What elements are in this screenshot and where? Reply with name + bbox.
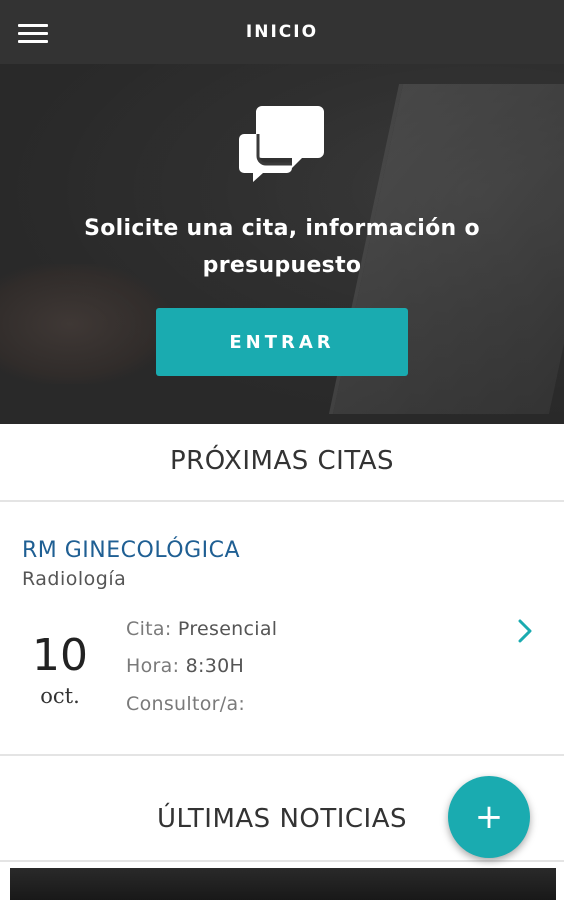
appointment-category: Radiología <box>22 568 127 590</box>
upcoming-appointments-title: PRÓXIMAS CITAS <box>170 446 394 476</box>
appointment-time-label: Hora: <box>126 655 180 677</box>
appointment-type-label: Cita: <box>126 618 172 640</box>
divider <box>0 754 564 756</box>
top-app-bar: INICIO <box>0 0 564 64</box>
appointment-consultant-label: Consultor/a: <box>126 693 246 715</box>
enter-button[interactable]: ENTRAR <box>156 308 408 376</box>
hero-banner: Solicite una cita, información o presupu… <box>0 64 564 424</box>
add-button[interactable]: + <box>448 776 530 858</box>
news-image[interactable] <box>10 868 556 900</box>
appointment-title: RM GINECOLÓGICA <box>22 538 241 563</box>
appointment-time-row: Hora: 8:30H <box>126 655 244 677</box>
hero-text-line2: presupuesto <box>202 253 362 278</box>
appointment-consultant-row: Consultor/a: <box>126 693 245 715</box>
plus-icon: + <box>474 797 504 837</box>
appointment-day: 10 <box>32 630 88 681</box>
hero-text-line1: Solicite una cita, información o <box>84 216 480 241</box>
hero-text: Solicite una cita, información o presupu… <box>62 210 502 284</box>
appointment-time-value: 8:30H <box>185 655 245 677</box>
divider <box>0 860 564 862</box>
hamburger-menu-icon[interactable] <box>18 18 58 48</box>
appointment-card[interactable]: RM GINECOLÓGICA Radiología 10 oct. Cita:… <box>0 504 564 754</box>
divider <box>0 500 564 502</box>
chat-bubbles-icon <box>239 106 324 182</box>
page-title: INICIO <box>245 22 319 42</box>
appointment-type-value: Presencial <box>177 618 278 640</box>
appointment-type-row: Cita: Presencial <box>126 618 277 640</box>
chevron-right-icon[interactable] <box>516 618 534 644</box>
appointment-month: oct. <box>40 684 80 708</box>
hero-content: Solicite una cita, información o presupu… <box>0 64 564 424</box>
